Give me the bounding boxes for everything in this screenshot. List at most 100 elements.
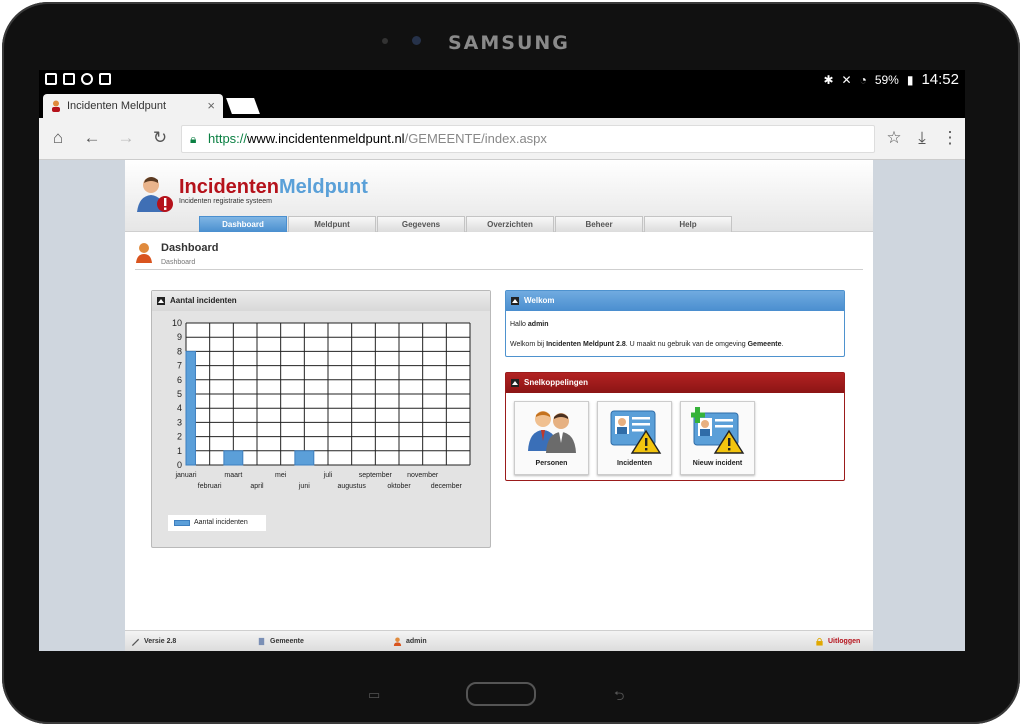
footer-user: admin [393, 637, 427, 646]
address-bar[interactable]: 🔒︎ https://www.incidentenmeldpunt.nl/GEM… [181, 125, 875, 153]
bar [185, 350, 196, 466]
shortcut-label: Nieuw incident [692, 460, 743, 467]
x-tick-label: april [250, 483, 264, 490]
logout-link[interactable]: Uitloggen [815, 637, 860, 646]
device-brand: SAMSUNG [448, 32, 570, 54]
y-tick-label: 6 [177, 375, 182, 385]
download-icon[interactable]: ⤓ [911, 128, 933, 148]
nav-tab-help[interactable]: Help [644, 216, 732, 232]
back-hardware-icon[interactable]: ⮌ [614, 687, 624, 709]
page-heading: Dashboard Dashboard [135, 240, 863, 270]
url-scheme: https:// [208, 131, 248, 146]
reload-icon[interactable]: ↻ [149, 128, 171, 148]
url-host: www.incidentenmeldpunt.nl [247, 131, 405, 146]
new-incident-icon [691, 407, 745, 454]
breadcrumb: Dashboard [161, 259, 196, 266]
nav-tab-gegevens[interactable]: Gegevens [377, 216, 465, 232]
y-tick-label: 9 [177, 332, 182, 342]
legend-swatch [174, 520, 190, 526]
lock-icon: 🔒︎ [190, 132, 197, 146]
app-header: IncidentenMeldpunt Incidenten registrati… [125, 160, 873, 232]
gallery-icon [63, 73, 75, 85]
x-tick-label: juni [298, 483, 310, 490]
welcome-environment: Gemeente [747, 341, 782, 348]
android-status-bar: ✱ ✕ ◔ 59% ▮ 14:52 [39, 70, 965, 90]
clock: 14:52 [921, 71, 959, 88]
shortcuts-panel-header[interactable]: Snelkoppelingen [506, 373, 844, 393]
browser-toolbar: ⌂ ← → ↻ 🔒︎ https://www.incidentenmeldpun… [39, 118, 965, 160]
nav-tab-dashboard[interactable]: Dashboard [199, 216, 287, 232]
x-tick-label: november [407, 472, 439, 479]
welcome-body: Hallo admin Welkom bij Incidenten Meldpu… [510, 321, 784, 348]
footer-version: Versie 2.8 [131, 637, 176, 646]
y-tick-label: 5 [177, 389, 182, 399]
welcome-user: admin [527, 321, 549, 328]
y-tick-label: 4 [177, 403, 182, 413]
shortcut-nieuw-incident[interactable]: Nieuw incident [680, 401, 755, 475]
menu-icon[interactable]: ⋮ [939, 128, 961, 148]
legend-label: Aantal incidenten [194, 519, 248, 526]
x-tick-label: oktober [387, 483, 411, 490]
favicon-icon [52, 100, 60, 112]
bar [223, 450, 244, 466]
browser-tab[interactable]: Incidenten Meldpunt × [43, 94, 223, 118]
sensor-dot [382, 38, 388, 44]
x-tick-label: maart [224, 472, 242, 479]
home-icon[interactable]: ⌂ [47, 128, 69, 148]
collapse-icon[interactable] [511, 379, 519, 387]
camera-lens [412, 36, 421, 45]
bar-chart: 0 1 2 3 4 5 6 7 8 9 10 januarifebruarimaart april mei… [172, 318, 471, 490]
welcome-product: Incidenten Meldpunt 2.8 [546, 341, 626, 348]
x-tick-label: juli [323, 472, 333, 479]
forward-icon[interactable]: → [115, 128, 137, 148]
mute-icon: ✕ [841, 72, 852, 87]
nav-tab-beheer[interactable]: Beheer [555, 216, 643, 232]
welcome-panel: Welkom Hallo admin Welkom bij Incidenten… [505, 290, 845, 357]
briefcase-icon [99, 73, 111, 85]
shortcuts-panel-title: Snelkoppelingen [524, 378, 589, 387]
y-tick-label: 7 [177, 361, 182, 371]
footer-environment: Gemeente [257, 637, 304, 646]
collapse-icon[interactable] [511, 297, 519, 305]
x-tick-label: februari [198, 483, 222, 490]
user-icon [393, 637, 402, 646]
main-nav: Dashboard Meldpunt Gegevens Overzichten … [199, 216, 733, 232]
x-tick-label: augustus [337, 483, 366, 490]
new-tab-button[interactable] [226, 98, 260, 114]
nav-tab-meldpunt[interactable]: Meldpunt [288, 216, 376, 232]
y-tick-label: 8 [177, 346, 182, 356]
shortcuts-panel: Snelkoppelingen Personen Incidenten Nieu… [505, 372, 845, 481]
shortcut-tiles: Personen Incidenten Nieuw incident [514, 401, 755, 475]
bar [294, 450, 315, 466]
welcome-panel-title: Welkom [524, 296, 555, 305]
x-tick-label: mei [275, 472, 287, 479]
recent-apps-icon[interactable]: ▭ [368, 687, 380, 703]
logo-subtitle: Incidenten registratie systeem [179, 198, 272, 205]
star-icon[interactable]: ☆ [883, 128, 905, 148]
lock-icon [816, 637, 823, 646]
home-hardware-button[interactable] [466, 682, 536, 706]
tab-close-icon[interactable]: × [207, 98, 215, 113]
chart-panel: Aantal incidenten 0 1 2 3 4 5 6 7 8 9 10 januari feb… [151, 290, 491, 548]
y-tick-label: 1 [177, 446, 182, 456]
shortcut-incidenten[interactable]: Incidenten [597, 401, 672, 475]
app-footer: Versie 2.8 Gemeente admin Uitloggen [125, 630, 873, 651]
chart-legend: Aantal incidenten [168, 515, 266, 531]
chart-panel-header[interactable]: Aantal incidenten [152, 291, 490, 311]
y-tick-label: 0 [177, 460, 182, 470]
welcome-panel-header[interactable]: Welkom [506, 291, 844, 311]
collapse-icon[interactable] [157, 297, 165, 305]
logo-title: IncidentenMeldpunt [179, 176, 368, 198]
x-tick-label: september [359, 472, 393, 479]
nav-tab-overzichten[interactable]: Overzichten [466, 216, 554, 232]
back-icon[interactable]: ← [81, 128, 103, 148]
incident-card-icon [610, 410, 662, 454]
sync-icon [81, 73, 93, 85]
database-icon [258, 637, 265, 646]
shortcut-personen[interactable]: Personen [514, 401, 589, 475]
y-tick-label: 10 [172, 318, 182, 328]
web-page: IncidentenMeldpunt Incidenten registrati… [125, 160, 873, 651]
shortcut-label: Personen [535, 460, 568, 467]
battery-level: 59% [874, 72, 899, 87]
y-tick-label: 3 [177, 417, 182, 427]
